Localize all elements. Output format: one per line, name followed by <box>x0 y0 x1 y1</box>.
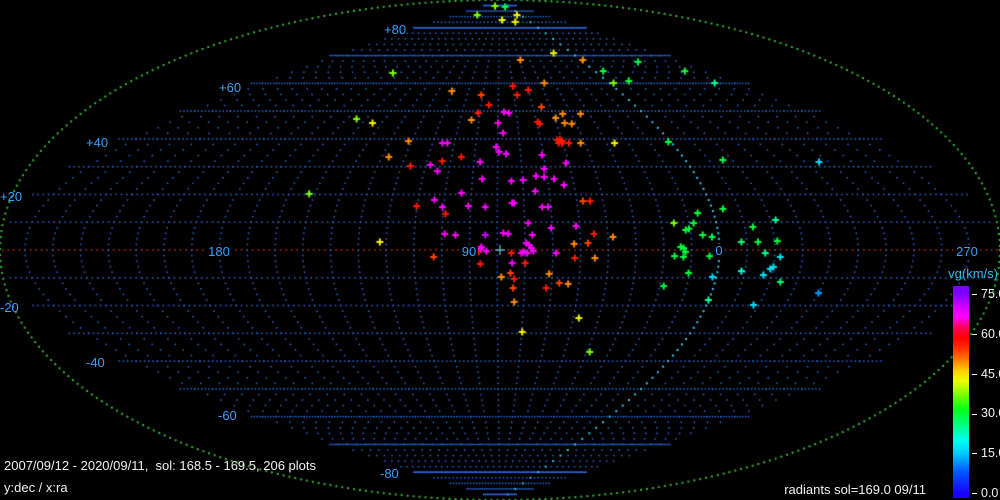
colorbar-tick-label: 45.0 <box>972 367 1000 381</box>
sky-map-canvas[interactable] <box>0 0 1000 500</box>
velocity-colorbar <box>953 286 969 498</box>
status-date-range: 2007/09/12 - 2020/09/11, sol: 168.5 - 16… <box>4 458 316 473</box>
dec-grid-label: -20 <box>0 300 19 315</box>
colorbar-tick-value: 0.0 <box>981 486 999 500</box>
colorbar-title: vg(km/s) <box>948 266 998 281</box>
dec-grid-label: +20 <box>0 189 23 204</box>
dec-grid-label: +80 <box>384 22 407 37</box>
colorbar-tick-label: 15.0 <box>972 446 1000 460</box>
colorbar-tick-value: 75.0 <box>981 287 1000 301</box>
colorbar-tick-mark <box>972 334 977 335</box>
status-axes-legend: y:dec / x:ra <box>4 480 68 495</box>
colorbar-tick-value: 30.0 <box>981 406 1000 421</box>
ra-grid-label: 90 <box>459 244 479 259</box>
colorbar-tick-mark <box>972 413 977 415</box>
colorbar-tick-label: 60.0 <box>972 327 1000 341</box>
colorbar-tick-mark <box>972 373 977 375</box>
colorbar-tick-label: 0.0 <box>972 486 998 500</box>
ra-grid-label: 0 <box>713 243 725 258</box>
ra-grid-label: 180 <box>206 244 232 259</box>
colorbar-tick-value: 60.0 <box>981 326 1000 341</box>
dec-grid-label: -80 <box>380 466 399 481</box>
status-radiants-sol: radiants sol=169.0 09/11 <box>784 482 926 497</box>
dec-grid-label: -40 <box>86 355 105 370</box>
dec-grid-label: +40 <box>86 135 109 150</box>
colorbar-tick-label: 30.0 <box>972 406 1000 420</box>
colorbar-tick-mark <box>972 493 977 495</box>
colorbar-tick-label: 75.0 <box>972 287 1000 301</box>
dec-grid-label: +60 <box>219 80 242 95</box>
radiant-map-window: +80 +60 +40 +20 -20 -40 -60 -80 180 90 0 270 vg(km/… <box>0 0 1000 500</box>
colorbar-tick-mark <box>972 294 977 296</box>
dec-grid-label: -60 <box>218 408 237 423</box>
colorbar-tick-value: 45.0 <box>981 366 1000 381</box>
colorbar-tick-mark <box>972 453 977 455</box>
ra-grid-label: 270 <box>954 244 980 259</box>
colorbar-tick-value: 15.0 <box>981 446 1000 461</box>
